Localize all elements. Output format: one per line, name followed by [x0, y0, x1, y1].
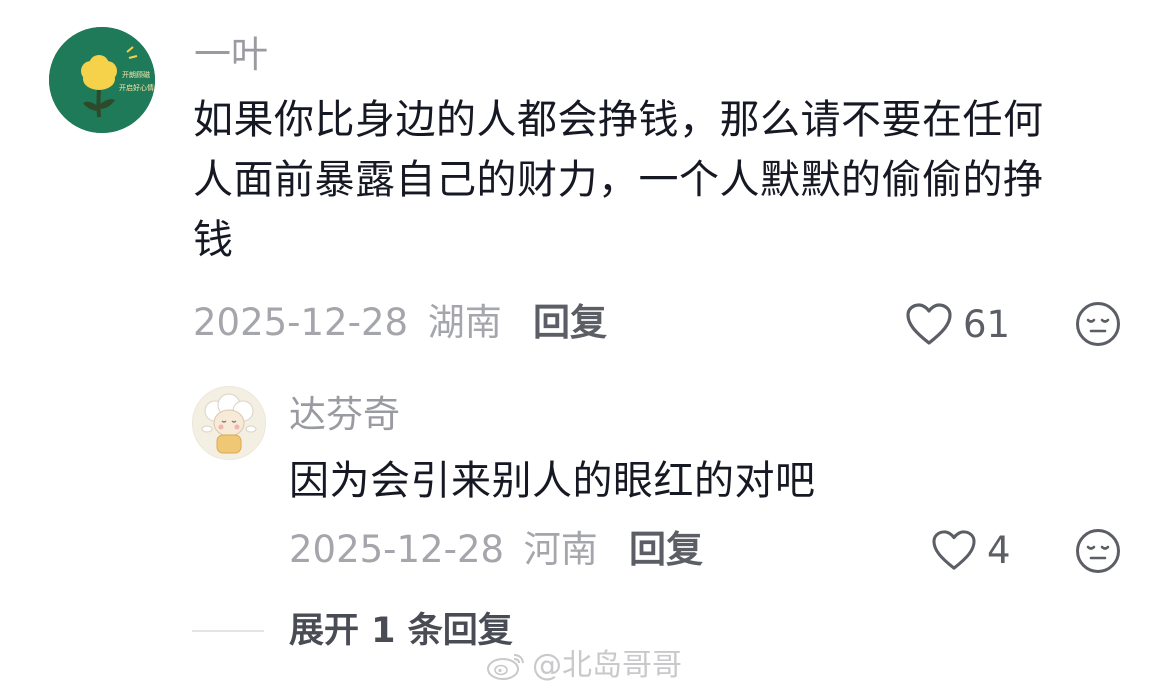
reply-reply-button[interactable]: 回复: [629, 531, 703, 568]
neutral-face-icon: [1076, 302, 1120, 346]
expand-divider: [192, 630, 264, 632]
expand-replies-button[interactable]: 展开 1 条回复: [289, 614, 513, 649]
reply-timestamp: 2025-12-28: [289, 528, 505, 571]
reply-button[interactable]: 回复: [533, 304, 607, 341]
tulip-avatar-icon: 开朗顾磁 开启好心情: [49, 27, 155, 133]
reply-username[interactable]: 达芬奇: [289, 396, 400, 433]
like-button[interactable]: 61: [905, 302, 1010, 346]
reply-avatar[interactable]: [192, 386, 266, 460]
weibo-logo-icon: [487, 654, 524, 680]
reply-location: 河南: [523, 528, 598, 571]
reply-text: 因为会引来别人的眼红的对吧: [289, 458, 816, 504]
comment-timestamp: 2025-12-28: [193, 301, 409, 344]
comment-thread: 开朗顾磁 开启好心情 一叶 如果你比身边的人都会挣钱，那么请不要在任何 人面前暴…: [0, 0, 1170, 695]
comment-text-line: 如果你比身边的人都会挣钱，那么请不要在任何: [193, 97, 1044, 143]
sheep-avatar-icon: [193, 387, 265, 459]
reply-like-count: 4: [987, 528, 1011, 572]
comment-text-line: 人面前暴露自己的财力，一个人默默的偷偷的挣: [193, 157, 1044, 203]
heart-icon: [932, 530, 976, 570]
comment-username[interactable]: 一叶: [194, 36, 268, 73]
reply-meta: 2025-12-28 河南: [289, 531, 598, 568]
comment-text: 如果你比身边的人都会挣钱，那么请不要在任何 人面前暴露自己的财力，一个人默默的偷…: [193, 90, 1044, 270]
reply-dislike-button[interactable]: [1075, 528, 1121, 578]
dislike-button[interactable]: [1075, 301, 1121, 351]
comment-text-line: 钱: [193, 217, 234, 263]
avatar[interactable]: 开朗顾磁 开启好心情: [49, 27, 155, 133]
neutral-face-icon: [1076, 529, 1120, 573]
watermark-text: @北岛哥哥: [532, 648, 682, 683]
reply-like-button[interactable]: 4: [931, 529, 1011, 571]
svg-text:开朗顾磁: 开朗顾磁: [122, 70, 150, 79]
comment-location: 湖南: [427, 301, 502, 344]
watermark: @北岛哥哥: [486, 650, 682, 682]
heart-icon: [906, 303, 952, 345]
svg-text:开启好心情: 开启好心情: [119, 83, 154, 92]
comment-meta: 2025-12-28 湖南: [193, 304, 502, 341]
like-count: 61: [963, 302, 1011, 346]
